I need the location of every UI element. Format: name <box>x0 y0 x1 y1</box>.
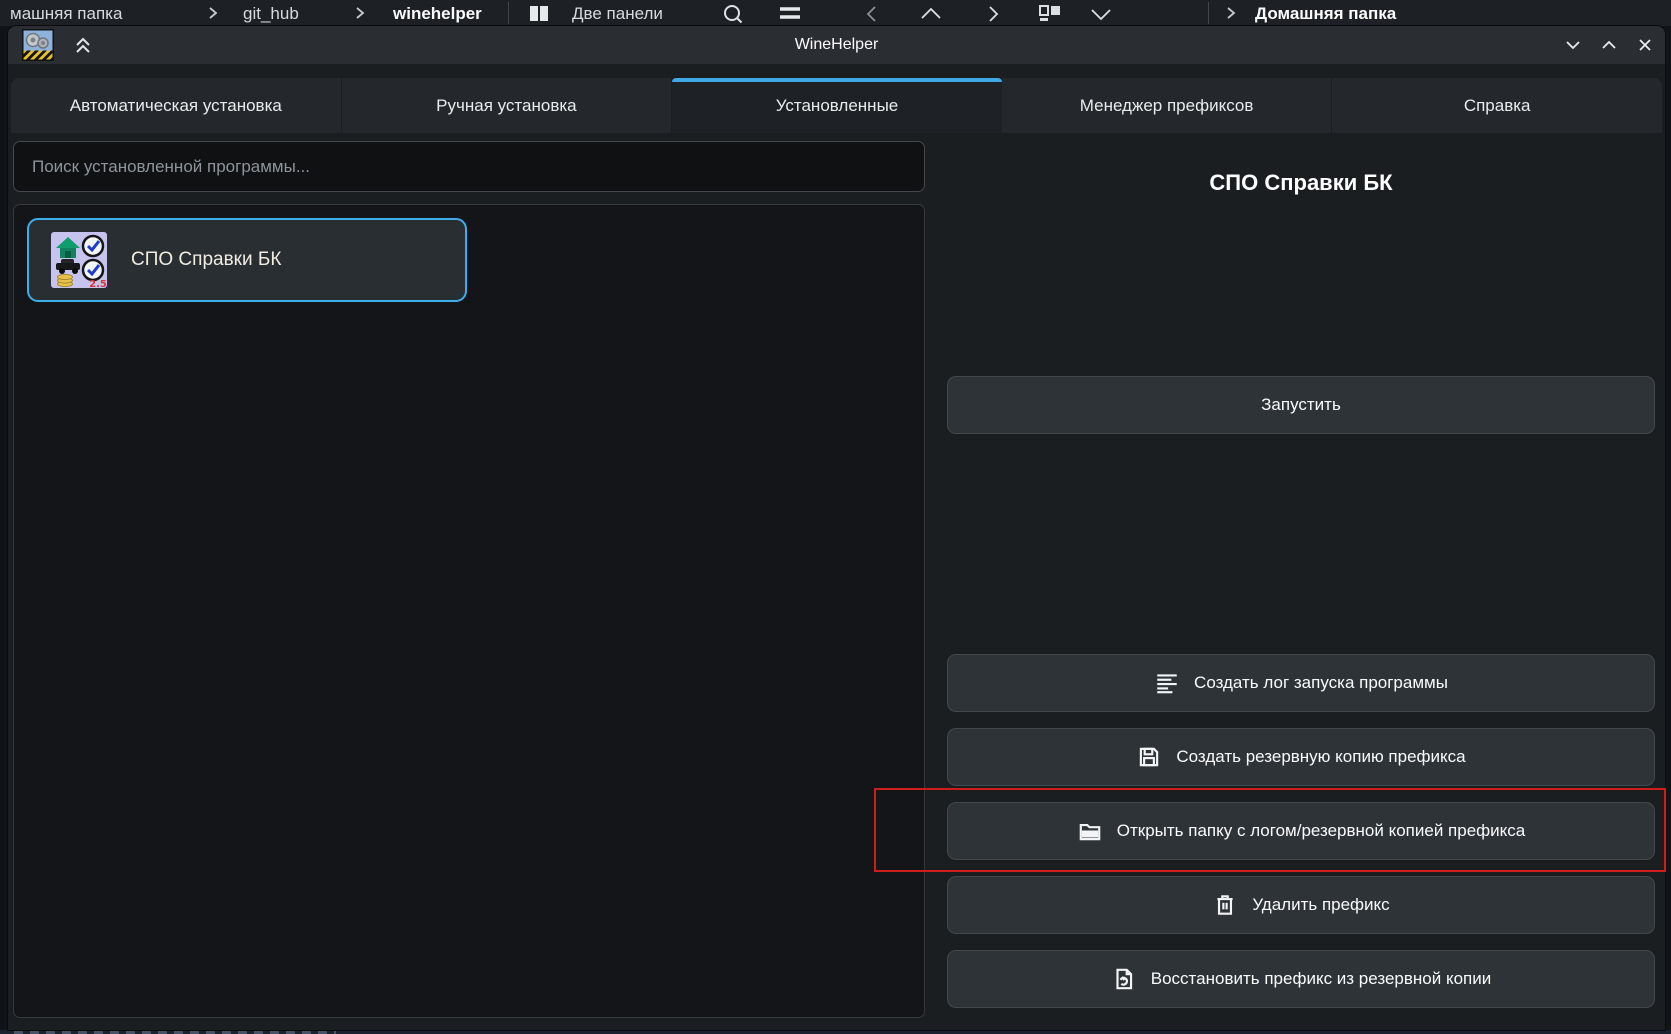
tab-prefix-manager[interactable]: Менеджер префиксов <box>1002 78 1333 133</box>
close-icon[interactable] <box>1635 35 1655 55</box>
forward-icon[interactable] <box>983 4 1003 24</box>
background-bottom-strip <box>0 1030 1671 1034</box>
up-icon[interactable] <box>918 4 944 24</box>
maximize-icon[interactable] <box>1599 35 1619 55</box>
restore-prefix-button[interactable]: Восстановить префикс из резервной копии <box>947 950 1655 1008</box>
background-file-manager-toolbar: машняя папка git_hub winehelper Две пане… <box>0 0 1671 26</box>
search-icon[interactable] <box>722 3 744 25</box>
clipped-text-fragment <box>14 1030 336 1034</box>
create-backup-button[interactable]: Создать резервную копию префикса <box>947 728 1655 786</box>
chevron-right-icon <box>208 6 218 20</box>
tab-bar: Автоматическая установка Ручная установк… <box>11 78 1662 133</box>
window-title: WineHelper <box>8 26 1665 64</box>
down-icon[interactable] <box>1088 6 1114 24</box>
spo-spravki-bk-program-icon: 2.5 <box>51 232 107 288</box>
program-name: СПО Справки БК <box>131 249 281 271</box>
restore-file-icon <box>1111 966 1137 992</box>
split-view-icon[interactable] <box>528 3 550 25</box>
tab-manual-install[interactable]: Ручная установка <box>342 78 673 133</box>
tab-installed[interactable]: Установленные <box>672 78 1002 133</box>
breadcrumb-home[interactable]: Домашняя папка <box>1255 2 1396 26</box>
search-input[interactable] <box>13 141 925 192</box>
breadcrumb-winehelper[interactable]: winehelper <box>393 2 482 26</box>
breadcrumb-home-cut[interactable]: машняя папка <box>10 2 122 26</box>
log-lines-icon <box>1154 670 1180 696</box>
desktop-screen: машняя папка git_hub winehelper Две пане… <box>0 0 1671 1034</box>
winehelper-window: WineHelper Автоматическая установка Ручн… <box>8 26 1665 1030</box>
panel-view-icon[interactable] <box>1038 4 1062 22</box>
tab-help[interactable]: Справка <box>1332 78 1662 133</box>
titlebar[interactable]: WineHelper <box>8 26 1665 64</box>
window-controls <box>1563 35 1655 55</box>
minimize-icon[interactable] <box>1563 35 1583 55</box>
back-icon[interactable] <box>862 4 882 24</box>
breadcrumb-git-hub[interactable]: git_hub <box>243 2 299 26</box>
list-item-spo-spravki-bk[interactable]: 2.5 СПО Справки БК <box>27 218 467 302</box>
toolbar-divider <box>508 2 509 24</box>
svg-text:2.5: 2.5 <box>89 279 107 288</box>
create-log-button[interactable]: Создать лог запуска программы <box>947 654 1655 712</box>
selected-program-title: СПО Справки БК <box>947 170 1655 196</box>
chevron-right-icon <box>1226 6 1236 20</box>
installed-programs-list: 2.5 СПО Справки БК <box>13 204 925 1018</box>
chevron-right-icon <box>355 6 365 20</box>
tab-auto-install[interactable]: Автоматическая установка <box>11 78 342 133</box>
toolbar-divider <box>1208 2 1209 24</box>
save-floppy-icon <box>1136 744 1162 770</box>
run-button[interactable]: Запустить <box>947 376 1655 434</box>
folder-icon <box>1077 818 1103 844</box>
open-folder-button[interactable]: Открыть папку с логом/резервной копией п… <box>947 802 1655 860</box>
trash-icon <box>1212 892 1238 918</box>
delete-prefix-button[interactable]: Удалить префикс <box>947 876 1655 934</box>
two-panels-label[interactable]: Две панели <box>572 2 663 26</box>
menu-icon[interactable] <box>778 5 802 23</box>
